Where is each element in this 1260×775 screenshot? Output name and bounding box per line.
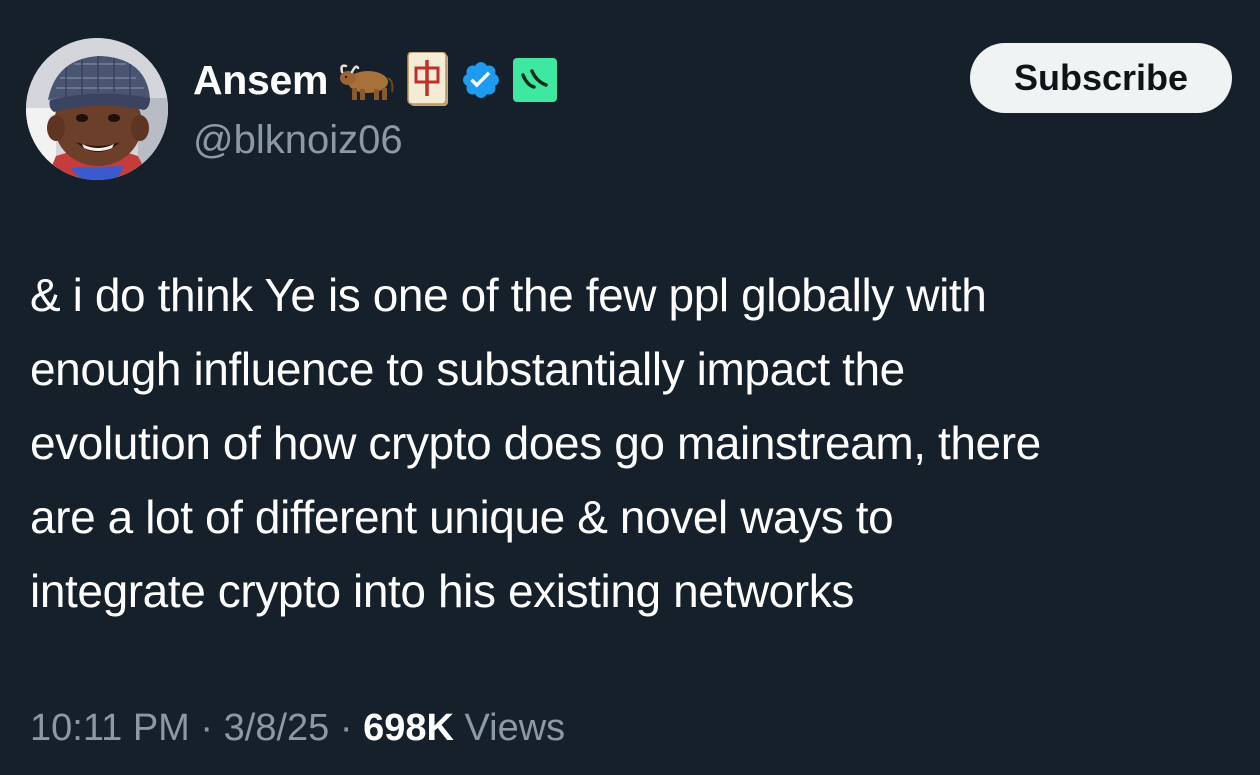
views-label: Views bbox=[453, 707, 566, 749]
views-count[interactable]: 698K bbox=[363, 707, 454, 749]
subscribe-button[interactable]: Subscribe bbox=[970, 43, 1232, 113]
tweet-time[interactable]: 10:11 PM bbox=[30, 707, 190, 749]
avatar-image bbox=[26, 38, 168, 180]
tweet-metadata: 10:11 PM · 3/8/25 · 698K Views bbox=[30, 700, 565, 756]
tweet-date[interactable]: 3/8/25 bbox=[224, 707, 330, 749]
meta-separator: · bbox=[189, 707, 224, 749]
tweet-card: Ansem @blknoiz06 Subscribe & i do think … bbox=[0, 0, 1260, 775]
avatar[interactable] bbox=[26, 38, 168, 180]
tweet-text: & i do think Ye is one of the few ppl gl… bbox=[30, 269, 1041, 617]
author-handle[interactable]: @blknoiz06 bbox=[193, 114, 403, 166]
verified-badge-icon[interactable] bbox=[460, 59, 502, 101]
author-name-row: Ansem bbox=[193, 52, 558, 108]
display-name[interactable]: Ansem bbox=[193, 52, 329, 108]
mahjong-tile-icon bbox=[406, 52, 450, 108]
affiliate-badge-icon[interactable] bbox=[512, 57, 558, 103]
meta-separator: · bbox=[329, 707, 364, 749]
ox-emoji-icon bbox=[338, 58, 396, 102]
